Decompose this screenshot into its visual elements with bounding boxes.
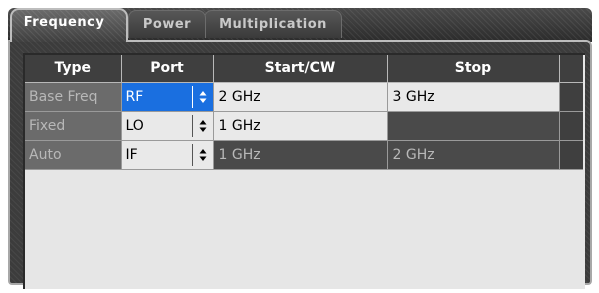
port-value: IF: [125, 146, 138, 163]
frequency-panel: Type Port Start/CW Stop Base Freq RF 2 G…: [8, 40, 592, 289]
port-value: RF: [125, 88, 144, 105]
row-filler: [559, 82, 583, 112]
row-filler: [559, 111, 583, 141]
tab-multiplication-label: Multiplication: [219, 17, 327, 32]
column-header-port: Port: [121, 55, 214, 83]
tab-frequency-label: Frequency: [23, 15, 105, 30]
column-header-stop: Stop: [387, 55, 560, 83]
frequency-table-area: Type Port Start/CW Stop Base Freq RF 2 G…: [23, 53, 585, 289]
up-down-arrows-icon[interactable]: [191, 85, 213, 108]
table-header-row: Type Port Start/CW Stop: [25, 55, 583, 83]
type-cell: Base Freq: [25, 82, 122, 112]
type-cell: Auto: [25, 140, 122, 170]
stop-field[interactable]: 3 GHz: [387, 82, 560, 112]
table-row: Fixed LO 1 GHz: [25, 111, 583, 141]
start-cw-field[interactable]: 1 GHz: [213, 111, 388, 141]
frequency-dialog: Multiplication Power Frequency Type Port…: [0, 0, 599, 293]
port-value: LO: [125, 117, 144, 134]
column-header-start-cw: Start/CW: [213, 55, 388, 83]
start-cw-field: 1 GHz: [213, 140, 388, 170]
up-down-arrows-icon[interactable]: [191, 114, 213, 137]
column-header-filler: [559, 55, 583, 83]
port-selector[interactable]: RF: [121, 82, 214, 112]
table-row: Auto IF 1 GHz 2 GHz: [25, 140, 583, 170]
port-selector[interactable]: IF: [121, 140, 214, 170]
start-cw-field[interactable]: 2 GHz: [213, 82, 388, 112]
stop-field: 2 GHz: [387, 140, 560, 170]
port-selector[interactable]: LO: [121, 111, 214, 141]
frequency-table: Type Port Start/CW Stop Base Freq RF 2 G…: [25, 55, 583, 170]
tab-power[interactable]: Power: [128, 10, 206, 38]
type-cell: Fixed: [25, 111, 122, 141]
column-header-type: Type: [25, 55, 122, 83]
table-row: Base Freq RF 2 GHz 3 GHz: [25, 82, 583, 112]
up-down-arrows-icon[interactable]: [191, 143, 213, 166]
row-filler: [559, 140, 583, 170]
tab-multiplication[interactable]: Multiplication: [204, 10, 342, 38]
tab-power-label: Power: [142, 17, 192, 32]
stop-field: [387, 111, 560, 141]
tab-frequency[interactable]: Frequency: [10, 8, 128, 42]
